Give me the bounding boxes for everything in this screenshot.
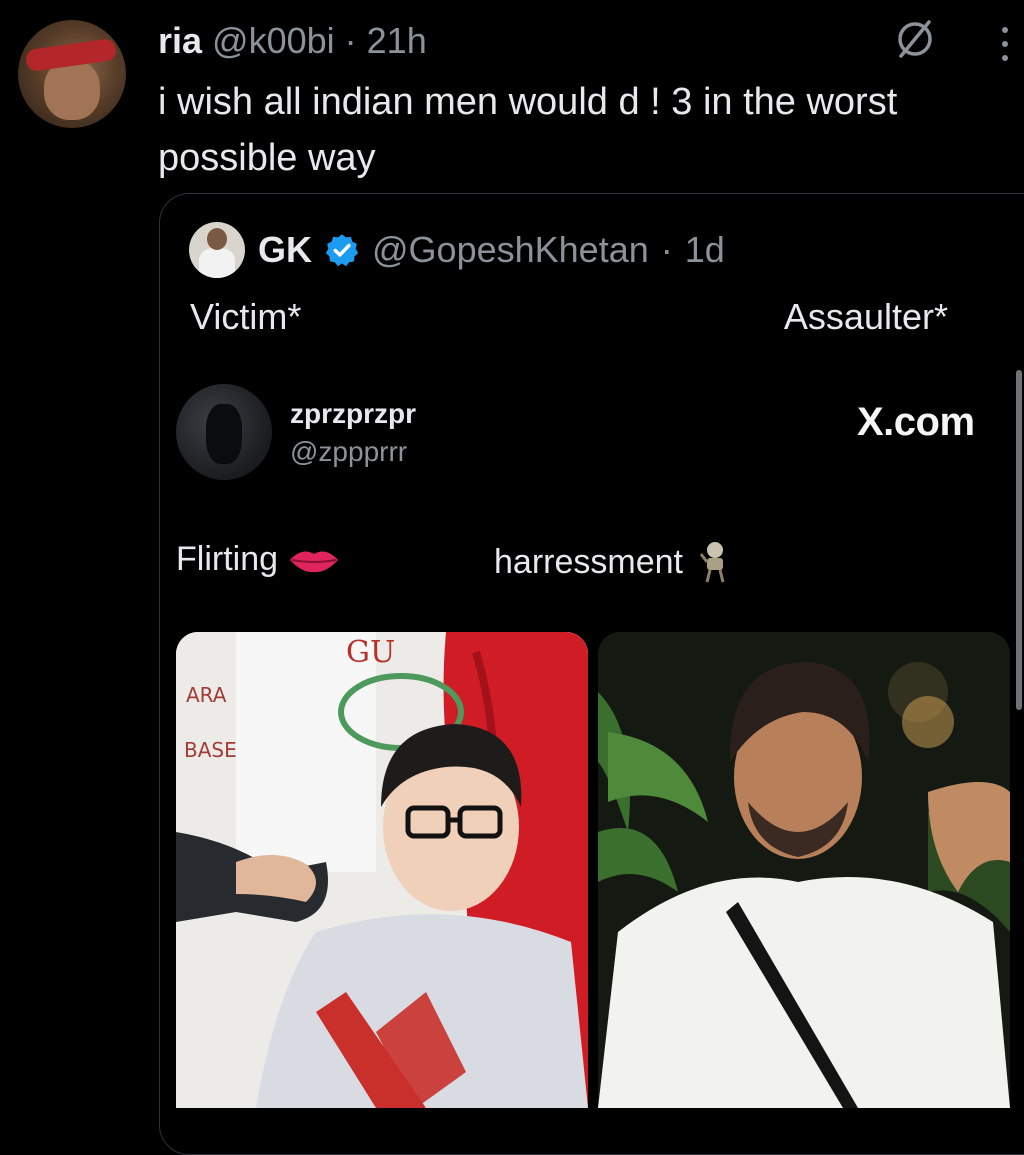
photo-harassment-illustration <box>598 632 1010 1108</box>
caption-flirting: Flirting <box>176 540 340 579</box>
embedded-handle: @zppprrr <box>290 436 408 467</box>
photo-flirting[interactable]: GU ARA BASE <box>176 632 588 1108</box>
separator-dot: · <box>660 229 673 270</box>
caption-harassment-text: harressment <box>494 542 683 581</box>
tweet-header: ria @k00bi · 21h <box>158 20 427 62</box>
label-victim: Victim* <box>190 296 302 337</box>
tweet-time[interactable]: 21h <box>367 20 427 62</box>
author-name[interactable]: ria <box>158 20 202 62</box>
skeleton-emoji <box>699 542 725 583</box>
photo-flirting-illustration: GU ARA BASE <box>176 632 588 1108</box>
verified-badge-icon <box>325 234 359 267</box>
photo-harassment[interactable] <box>598 632 1010 1108</box>
embedded-avatar <box>176 384 272 480</box>
svg-text:GU: GU <box>346 635 395 670</box>
quoted-author-name[interactable]: GK <box>258 229 312 271</box>
quoted-tweet-time[interactable]: 1d <box>685 229 725 271</box>
avatar-face <box>44 60 100 120</box>
label-assaulter: Assaulter* <box>783 296 948 337</box>
caption-harassment: harressment <box>494 540 735 584</box>
svg-text:ARA: ARA <box>186 683 227 707</box>
svg-text:BASE: BASE <box>184 738 237 762</box>
avatar-head <box>207 228 227 250</box>
embedded-name: zprzprzpr <box>290 398 416 429</box>
quoted-author-avatar[interactable] <box>189 222 245 278</box>
lips-emoji <box>290 551 339 572</box>
more-vertical-icon[interactable] <box>995 24 1015 64</box>
mute-icon[interactable] <box>893 17 937 61</box>
tweet-text: i wish all indian men would d ! 3 in the… <box>158 81 898 179</box>
caption-flirting-text: Flirting <box>176 540 279 578</box>
scrollbar[interactable] <box>1016 370 1022 710</box>
avatar-figure <box>206 404 242 464</box>
avatar-body <box>199 248 235 278</box>
quoted-author-handle[interactable]: @GopeshKhetan <box>372 229 649 271</box>
author-avatar[interactable] <box>18 20 126 128</box>
author-handle[interactable]: @k00bi <box>212 20 335 62</box>
quoted-tweet-header: GK @GopeshKhetan · 1d <box>258 224 725 276</box>
x-com-watermark: X.com <box>857 400 975 444</box>
separator-dot: · <box>344 20 357 61</box>
